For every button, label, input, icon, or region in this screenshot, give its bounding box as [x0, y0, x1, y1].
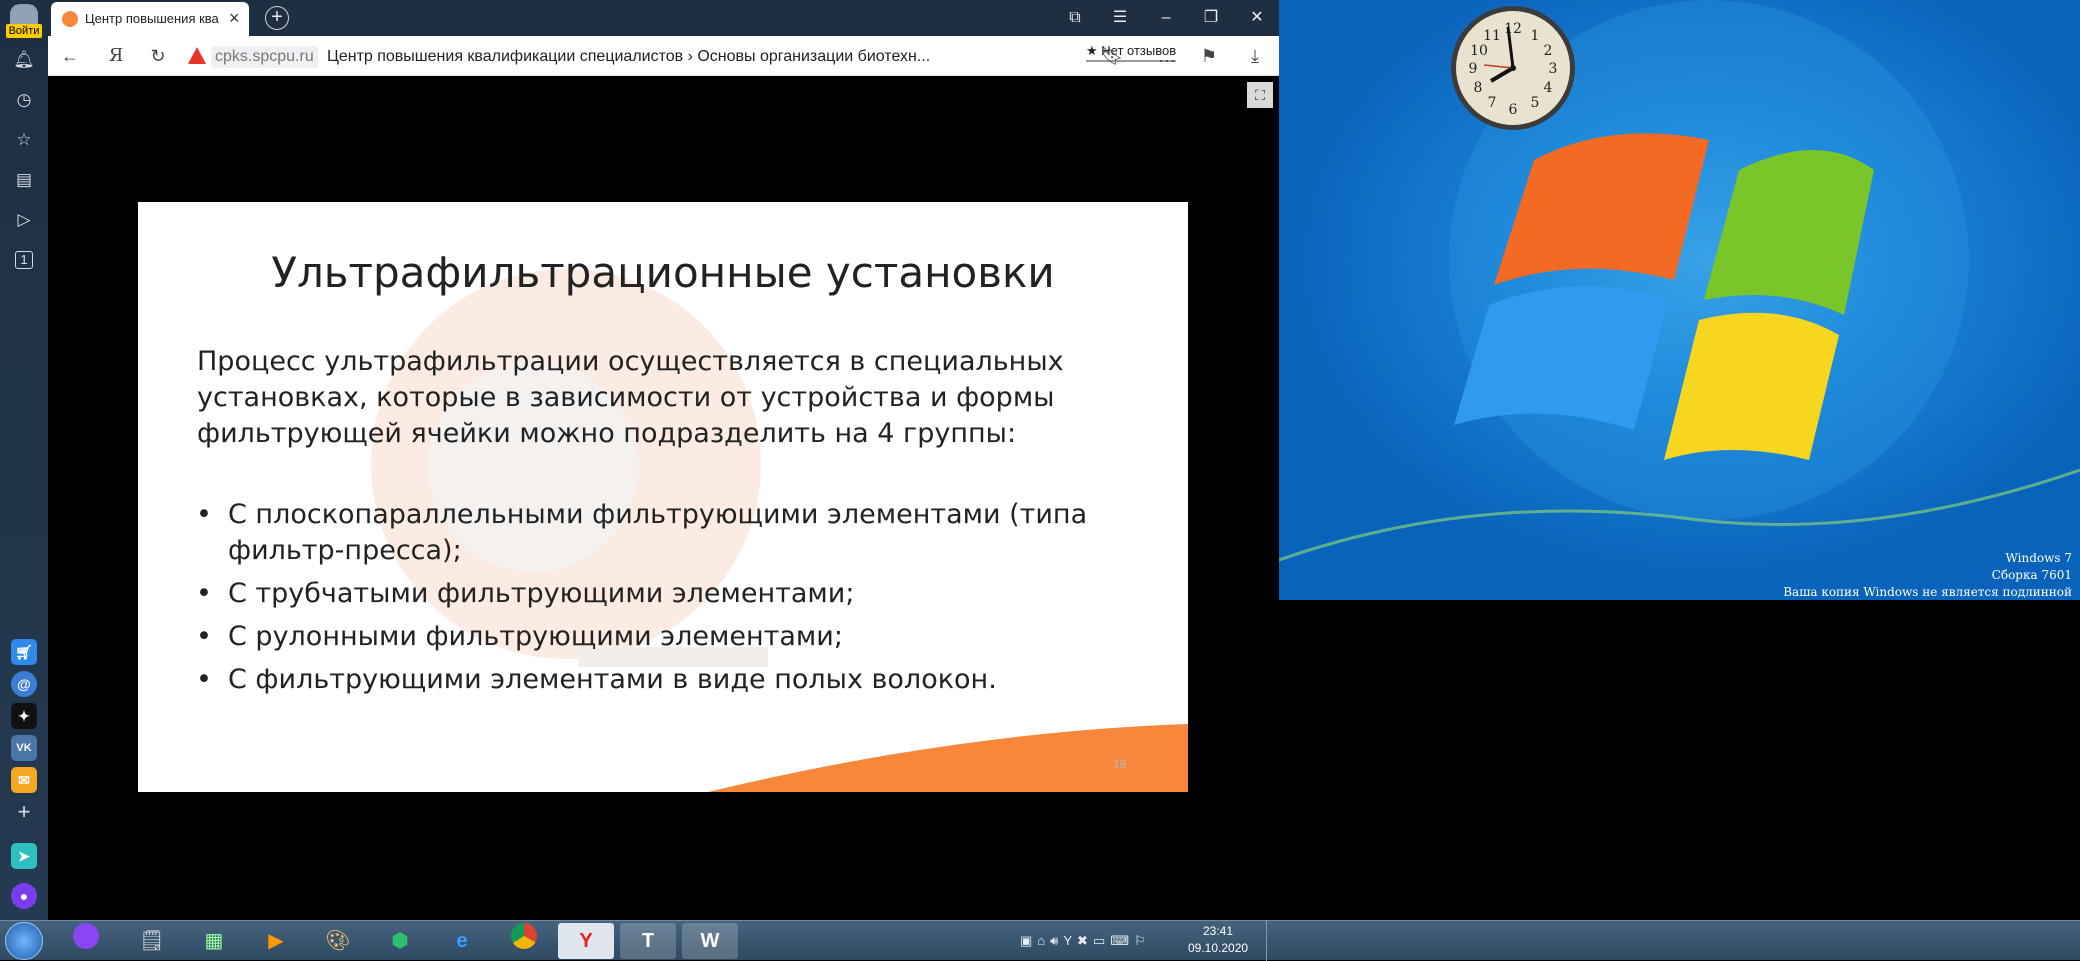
site-favicon-icon — [62, 11, 78, 27]
fullscreen-exit-icon[interactable]: ⛶ — [1247, 82, 1273, 108]
slide: Ультрафильтрационные установки Процесс у… — [138, 202, 1188, 792]
tab-counter-icon[interactable]: 1 — [12, 248, 36, 272]
flag-tray-icon[interactable]: ⚐ — [1134, 933, 1151, 948]
windows-watermark-line: Сборка 7601 — [1991, 568, 2072, 582]
hamburger-menu-icon[interactable]: ☰ — [1108, 6, 1132, 30]
browser-tab[interactable]: Центр повышения ква × — [51, 2, 249, 36]
clock-gadget[interactable]: 12 1 2 3 4 5 6 7 8 9 10 11 — [1450, 5, 1580, 135]
vk-app-icon[interactable]: VK — [11, 735, 37, 761]
teams-taskbar-icon[interactable]: T — [620, 923, 676, 959]
clock-numeral: 8 — [1474, 80, 1483, 96]
slide-page-number: 19 — [1113, 757, 1127, 771]
windows-logo — [1279, 0, 2080, 562]
avatar[interactable] — [10, 4, 38, 24]
mail-envelope-icon[interactable]: ✉ — [11, 767, 37, 793]
reload-icon[interactable]: ↻ — [146, 44, 170, 68]
bookmark-icon[interactable]: 🔖︎ — [1100, 44, 1124, 68]
word-taskbar-icon[interactable]: W — [682, 923, 738, 959]
bullet-item: С трубчатыми фильтрующими элементами; — [196, 576, 1136, 612]
bullet-item: С рулонными фильтрующими элементами; — [196, 619, 1136, 655]
start-button[interactable] — [5, 922, 43, 960]
yandex-tray-icon[interactable]: Y — [1063, 933, 1077, 948]
clock-numeral: 4 — [1544, 80, 1553, 96]
clock-numeral: 6 — [1509, 102, 1518, 118]
zen-star-icon[interactable]: ✦ — [11, 703, 37, 729]
more-options-icon[interactable]: … — [1155, 44, 1179, 68]
alice-assistant-icon[interactable]: ● — [11, 883, 37, 909]
show-desktop-button[interactable] — [1266, 921, 1278, 961]
url-domain[interactable]: cpks.spcpu.ru — [211, 46, 318, 68]
network-tray-icon[interactable]: ⌂ — [1037, 933, 1050, 948]
page-title-in-omnibox[interactable]: Центр повышения квалификации специалисто… — [327, 46, 1027, 68]
new-tab-button[interactable]: + — [265, 6, 289, 30]
desktop-uncovered-area — [1279, 600, 2080, 920]
bullet-item: С фильтрующими элементами в виде полых в… — [196, 662, 1136, 698]
clock-numeral: 10 — [1470, 43, 1488, 59]
slide-intro-text: Процесс ультрафильтрации осуществляется … — [197, 346, 1064, 449]
downloads-icon[interactable]: ⤓ — [1243, 44, 1267, 68]
add-app-icon[interactable]: + — [12, 800, 36, 824]
display-tray-icon[interactable]: ▭ — [1093, 933, 1110, 948]
yandex-browser-taskbar-icon[interactable]: Y — [558, 923, 614, 959]
mail-at-icon[interactable]: @ — [11, 671, 37, 697]
clock-numeral: 11 — [1483, 28, 1501, 44]
tray-clock-date[interactable]: 09.10.2020 — [1188, 941, 1248, 955]
clock-numeral: 1 — [1531, 28, 1540, 44]
teams-tray-icon[interactable]: ▣ — [1020, 933, 1037, 948]
yandex-sidebar: Войти 🔔︎ ◷ ☆ ▤ ▷ 1 🛒︎ @ ✦ VK ✉ + ➤ ● — [0, 0, 48, 920]
volume-tray-icon[interactable]: 🔊︎ — [1050, 933, 1063, 948]
paint-taskbar-icon[interactable]: 🎨︎ — [310, 923, 366, 959]
task-manager-taskbar-icon[interactable]: ▦ — [186, 923, 242, 959]
keyboard-tray-icon[interactable]: ⌨ — [1110, 933, 1134, 948]
presentation-viewer: ⛶ Ультрафильтрационные установки Процесс… — [48, 76, 1279, 920]
clock-numeral: 7 — [1488, 95, 1497, 111]
internet-explorer-taskbar-icon[interactable]: e — [434, 923, 490, 959]
close-window-icon[interactable]: ✕ — [1245, 6, 1269, 30]
tab-bar: Центр повышения ква × + ⧉ ☰ – ❐ ✕ — [48, 0, 1279, 36]
tab-title: Центр повышения ква — [85, 11, 219, 26]
collections-icon[interactable]: ▤ — [12, 168, 36, 192]
notifications-icon[interactable]: 🔔︎ — [12, 48, 36, 72]
tabs-menu-icon[interactable]: ⧉ — [1063, 6, 1087, 30]
market-app-icon[interactable]: 🛒︎ — [11, 639, 37, 665]
security-app-taskbar-icon[interactable]: ⬢ — [372, 923, 428, 959]
clock-numeral: 9 — [1469, 61, 1478, 77]
protect-icon[interactable]: ⚑ — [1197, 44, 1221, 68]
back-icon[interactable]: ← — [58, 44, 82, 68]
action-center-tray-icon[interactable]: ✖ — [1077, 933, 1093, 948]
yandex-home-icon[interactable]: Я — [104, 44, 128, 68]
security-warning-icon[interactable] — [188, 47, 206, 64]
media-player-taskbar-icon[interactable]: ▶ — [248, 923, 304, 959]
login-button[interactable]: Войти — [6, 24, 42, 38]
slide-bullet-list: С плоскопараллельными фильтрующими элеме… — [196, 497, 1136, 705]
close-tab-icon[interactable]: × — [229, 8, 240, 29]
chrome-taskbar-icon[interactable] — [496, 923, 552, 959]
desktop-wallpaper: Windows 7 Сборка 7601 Ваша копия Windows… — [1279, 0, 2080, 600]
slide-title: Ультрафильтрационные установки — [271, 248, 1055, 297]
history-icon[interactable]: ◷ — [12, 88, 36, 112]
video-play-icon[interactable]: ▷ — [12, 208, 36, 232]
maximize-icon[interactable]: ❐ — [1199, 6, 1223, 30]
clock-numeral: 3 — [1549, 61, 1558, 77]
notepad-taskbar-icon[interactable]: 🗒︎ — [124, 923, 180, 959]
taskbar: 🗒︎ ▦ ▶ 🎨︎ ⬢ e Y T W ▣⌂🔊︎Y✖▭⌨⚐ 23:41 09.1… — [0, 920, 2080, 961]
address-bar: ← Я ↻ cpks.spcpu.ru Центр повышения квал… — [48, 36, 1279, 76]
minimize-icon[interactable]: – — [1154, 6, 1178, 30]
messenger-app-icon[interactable]: ➤ — [11, 843, 37, 869]
system-tray: ▣⌂🔊︎Y✖▭⌨⚐ — [1020, 933, 1185, 949]
alice-taskbar-icon[interactable] — [58, 923, 114, 959]
browser-window: Центр повышения ква × + ⧉ ☰ – ❐ ✕ ← Я ↻ … — [48, 0, 1279, 920]
bullet-item: С плоскопараллельными фильтрующими элеме… — [196, 497, 1136, 569]
tray-clock-time[interactable]: 23:41 — [1188, 924, 1248, 938]
windows-watermark-line: Ваша копия Windows не является подлинной — [1783, 585, 2072, 599]
clock-numeral: 2 — [1544, 43, 1553, 59]
clock-numeral: 5 — [1531, 95, 1540, 111]
bookmarks-star-icon[interactable]: ☆ — [12, 128, 36, 152]
windows-watermark-line: Windows 7 — [2005, 551, 2072, 565]
